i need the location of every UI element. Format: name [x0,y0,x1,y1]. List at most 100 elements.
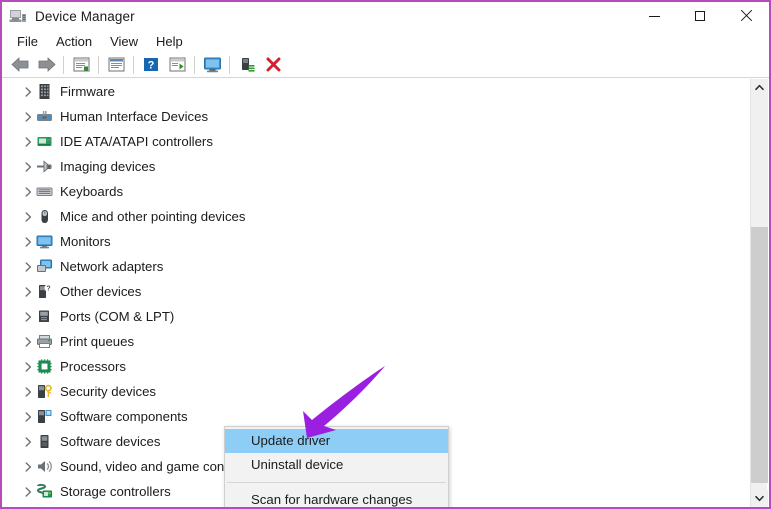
security-device-icon [36,383,53,400]
software-device-icon [36,433,53,450]
chevron-right-icon[interactable] [20,79,36,104]
scroll-down-button[interactable] [751,490,768,507]
tree-item-label: Mice and other pointing devices [60,209,251,224]
chevron-right-icon[interactable] [20,429,36,454]
context-menu-item-update-driver[interactable]: Update driver [225,429,448,453]
tree-item[interactable]: Print queues [2,329,750,354]
tree-item[interactable]: Imaging devices [2,154,750,179]
console-tree-icon [108,57,125,72]
toolbar-separator-3 [133,56,134,74]
menu-item-action[interactable]: Action [47,32,101,51]
toolbar-separator-5 [229,56,230,74]
tree-item-label: Software devices [60,434,166,449]
properties-icon [73,57,90,72]
tree-item-label: Keyboards [60,184,129,199]
tree-item[interactable]: Mice and other pointing devices [2,204,750,229]
tree-item-label: Storage controllers [60,484,177,499]
tree-item-label: Firmware [60,84,121,99]
chevron-down-icon [755,495,764,502]
chevron-right-icon[interactable] [20,304,36,329]
chevron-right-icon[interactable] [20,329,36,354]
help-button[interactable]: ? [138,53,164,77]
tree-item-label: Print queues [60,334,140,349]
tree-item[interactable]: Ports (COM & LPT) [2,304,750,329]
chevron-right-icon[interactable] [20,404,36,429]
arrow-left-icon [11,57,30,72]
scrollbar-thumb[interactable] [751,227,768,483]
svg-text:?: ? [46,286,50,293]
close-button[interactable] [723,2,769,30]
tree-item[interactable]: Network adapters [2,254,750,279]
scroll-up-button[interactable] [751,79,768,96]
tree-item-label: Monitors [60,234,117,249]
maximize-button[interactable] [677,2,723,30]
red-x-icon [265,57,282,73]
toolbar-separator-2 [98,56,99,74]
chevron-right-icon[interactable] [20,104,36,129]
tree-item-label: Processors [60,359,132,374]
scan-for-hardware-changes-button[interactable] [199,53,225,77]
enable-device-icon [239,57,256,73]
help-icon: ? [143,57,159,72]
forward-button[interactable] [33,53,59,77]
update-driver-toolbar-button[interactable] [164,53,190,77]
title-bar: Device Manager [2,2,769,30]
menu-item-view[interactable]: View [101,32,147,51]
close-icon [740,10,752,22]
context-menu-item-scan-for-hardware-changes[interactable]: Scan for hardware changes [225,488,448,509]
tree-item-label: Other devices [60,284,147,299]
minimize-button[interactable] [631,2,677,30]
tree-item-label: Imaging devices [60,159,161,174]
back-button[interactable] [7,53,33,77]
chevron-right-icon[interactable] [20,254,36,279]
uninstall-device-button[interactable] [260,53,286,77]
chevron-right-icon[interactable] [20,204,36,229]
tree-item[interactable]: IDE ATA/ATAPI controllers [2,129,750,154]
scrollbar-track-upper[interactable] [751,96,768,227]
minimize-icon [649,16,660,17]
device-manager-window: Device Manager File Action View Help [0,0,771,509]
tree-item-label: Network adapters [60,259,169,274]
context-menu: Update driver Uninstall device Scan for … [224,426,449,509]
chevron-right-icon[interactable] [20,454,36,479]
tree-item[interactable]: Security devices [2,379,750,404]
tree-item-label: Software components [60,409,194,424]
monitor-icon [36,233,53,250]
chevron-right-icon[interactable] [20,504,36,507]
context-menu-item-uninstall-device[interactable]: Uninstall device [225,453,448,477]
properties-button[interactable] [68,53,94,77]
chevron-right-icon[interactable] [20,279,36,304]
toolbar-separator-1 [63,56,64,74]
menu-item-help[interactable]: Help [147,32,192,51]
tree-item[interactable]: Human Interface Devices [2,104,750,129]
tree-item[interactable]: Monitors [2,229,750,254]
tree-item-label: Human Interface Devices [60,109,214,124]
imaging-device-icon [36,158,53,175]
maximize-icon [695,11,705,21]
chevron-right-icon[interactable] [20,229,36,254]
chevron-up-icon [755,84,764,91]
hid-icon [36,108,53,125]
chevron-right-icon[interactable] [20,479,36,504]
vertical-scrollbar[interactable] [750,79,767,507]
show-hide-console-tree-button[interactable] [103,53,129,77]
menu-bar: File Action View Help [2,30,769,52]
ide-controller-icon [36,133,53,150]
chevron-right-icon[interactable] [20,129,36,154]
window-title: Device Manager [35,9,135,24]
tree-item[interactable]: Keyboards [2,179,750,204]
storage-controller-icon [36,483,53,500]
tree-item[interactable]: Processors [2,354,750,379]
menu-item-file[interactable]: File [8,32,47,51]
chevron-right-icon[interactable] [20,354,36,379]
chevron-right-icon[interactable] [20,154,36,179]
tree-item[interactable]: Firmware [2,79,750,104]
chevron-right-icon[interactable] [20,379,36,404]
tree-item[interactable]: ? Other devices [2,279,750,304]
enable-device-button[interactable] [234,53,260,77]
toolbar: ? [2,52,769,78]
processor-icon [36,358,53,375]
tree-item-label: Ports (COM & LPT) [60,309,180,324]
chevron-right-icon[interactable] [20,179,36,204]
port-icon [36,308,53,325]
